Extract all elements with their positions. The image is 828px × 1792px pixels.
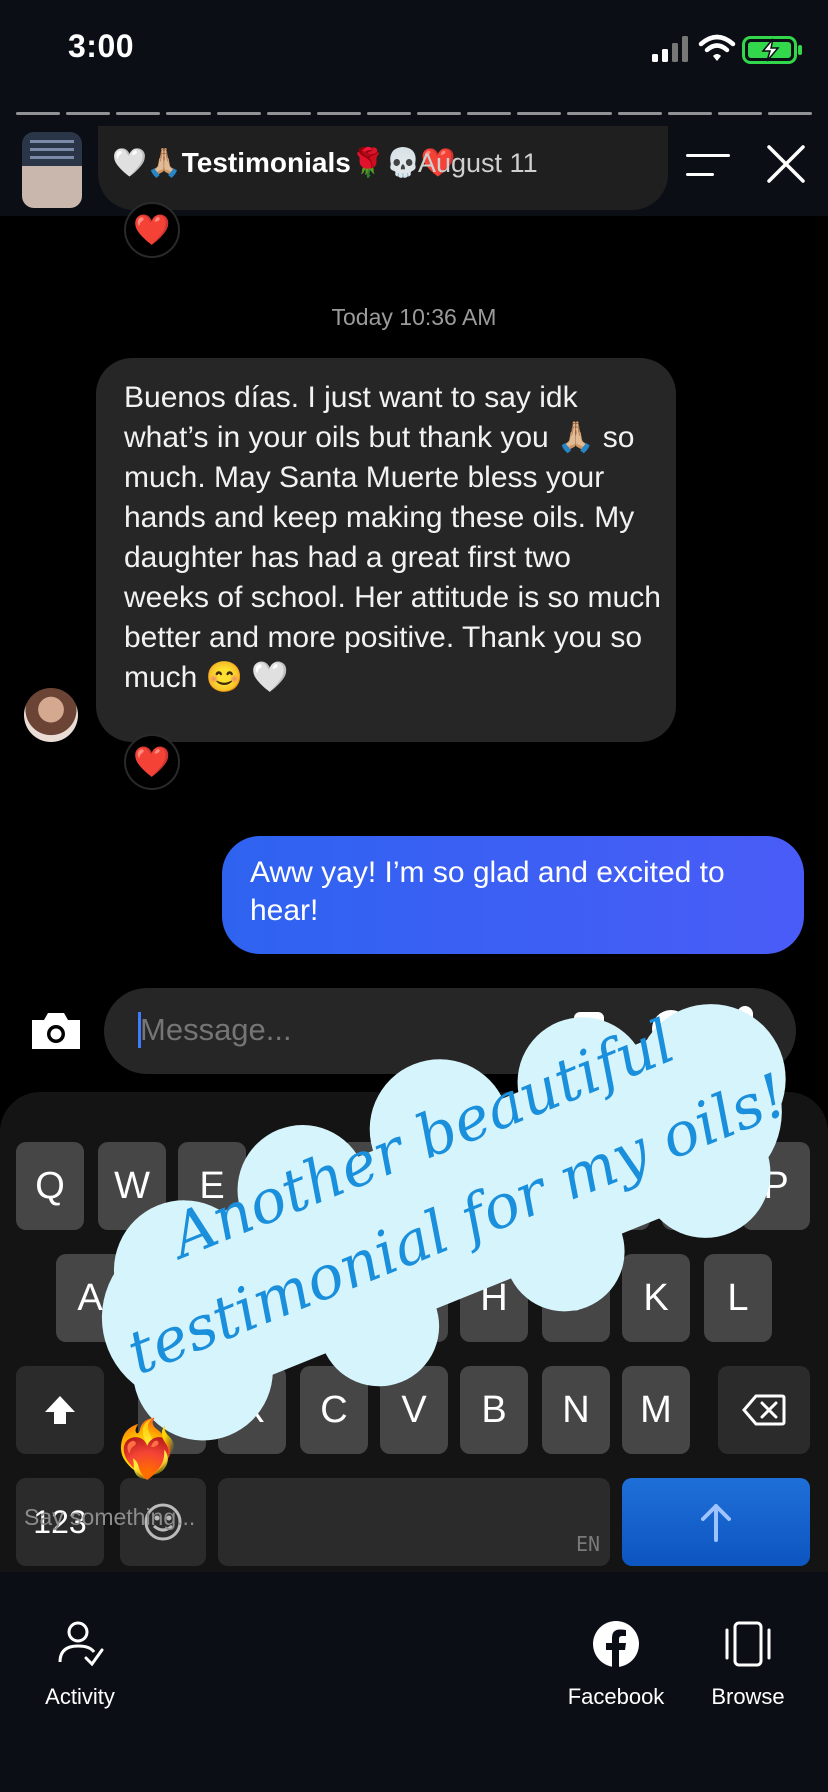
received-message-text: Buenos días. I just want to say idk what… [124,381,661,694]
shift-icon [45,1396,75,1424]
progress-segment [417,112,462,115]
cellular-signal-icon [652,36,688,62]
battery-charging-icon [742,36,802,64]
progress-segment [667,112,712,115]
facebook-icon [593,1621,639,1668]
send-key[interactable] [622,1478,810,1566]
progress-segment [567,112,612,115]
keyboard-language: EN [576,1532,601,1556]
progress-segment [316,112,361,115]
progress-segment [617,112,662,115]
close-icon[interactable] [766,144,806,184]
story-avatar[interactable] [22,132,82,208]
message-timestamp: Today 10:36 AM [331,304,497,330]
arrow-up-icon [701,1504,731,1542]
fire-heart-icon: ❤️‍🔥 [112,1417,182,1480]
sent-message-text: Aww yay! I’m so glad and excited to hear… [250,856,725,927]
space-key[interactable] [218,1478,610,1566]
camera-button[interactable] [28,1010,84,1052]
progress-segment [16,112,61,115]
nav-activity[interactable]: Activity [20,1620,140,1720]
wifi-icon [698,34,736,61]
story-date: August 11 [418,148,538,178]
caption-input[interactable]: Say something... [24,1504,195,1531]
nav-activity-label: Activity [45,1684,115,1709]
sender-avatar[interactable] [24,688,78,742]
nav-browse-label: Browse [711,1684,785,1709]
status-time: 3:00 [68,28,135,64]
progress-segment [66,112,111,115]
progress-segment [366,112,411,115]
progress-segment [216,112,261,115]
nav-facebook-label: Facebook [567,1684,665,1709]
nav-facebook[interactable]: Facebook [556,1620,676,1720]
story-title: 🤍🙏🏼Testimonials🌹💀❤️ [112,147,456,178]
menu-icon[interactable] [686,154,730,176]
progress-segment [266,112,311,115]
progress-segment [517,112,562,115]
progress-segment [116,112,161,115]
progress-segment [767,112,812,115]
progress-segment [166,112,211,115]
progress-segment [717,112,762,115]
browse-icon [725,1621,771,1667]
progress-segment [467,112,512,115]
backspace-key[interactable] [718,1366,810,1454]
story-reply-reaction[interactable]: ❤️ [124,202,180,258]
key-l[interactable]: L [704,1254,772,1342]
activity-icon [58,1621,104,1666]
key-m[interactable]: M [622,1366,690,1454]
nav-browse[interactable]: Browse [688,1620,808,1720]
message-reaction[interactable]: ❤️ [124,734,180,790]
backspace-icon [742,1394,786,1426]
key-b[interactable]: B [460,1366,528,1454]
key-n[interactable]: N [542,1366,610,1454]
story-progress-bar [16,112,812,116]
